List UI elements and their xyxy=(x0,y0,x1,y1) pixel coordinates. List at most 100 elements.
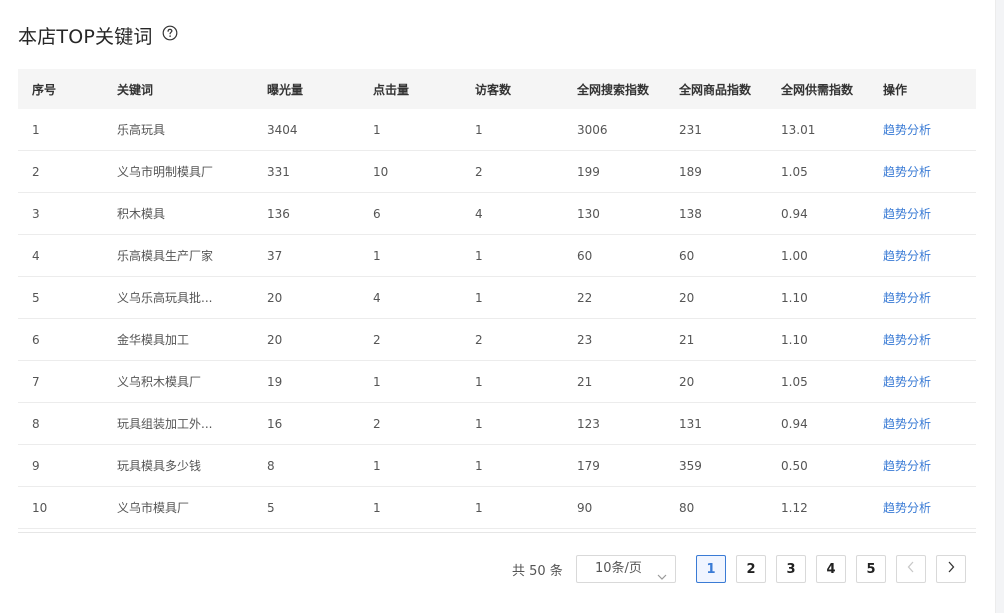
trend-analysis-link[interactable]: 趋势分析 xyxy=(883,121,976,138)
keyword-cell: 积木模具 xyxy=(117,207,166,221)
question-circle-icon[interactable] xyxy=(162,25,178,41)
keywords-card: 本店TOP关键词 序号 关键词 曝光量 点击量 访客数 全网搜索指数 全网商品指… xyxy=(0,0,996,613)
supply-demand-index-cell: 1.10 xyxy=(781,332,808,347)
table-row: 3 积木模具 136 6 4 130 138 0.94 趋势分析 xyxy=(18,193,976,235)
search-index-cell: 123 xyxy=(577,416,600,431)
column-header-search-index: 全网搜索指数 xyxy=(577,82,650,97)
search-index-cell: 90 xyxy=(577,500,593,515)
row-index-cell: 8 xyxy=(32,416,40,431)
trend-analysis-link[interactable]: 趋势分析 xyxy=(883,373,976,390)
column-header-action: 操作 xyxy=(883,82,908,97)
clicks-cell: 4 xyxy=(373,290,381,305)
row-index-cell: 10 xyxy=(32,500,48,515)
keyword-cell: 义乌乐高玩具批... xyxy=(117,291,213,305)
visitors-cell: 1 xyxy=(475,416,483,431)
keywords-table: 序号 关键词 曝光量 点击量 访客数 全网搜索指数 全网商品指数 全网供需指数 … xyxy=(18,69,976,529)
prev-page-button[interactable] xyxy=(896,555,926,583)
keyword-cell: 金华模具加工 xyxy=(117,333,190,347)
trend-analysis-link[interactable]: 趋势分析 xyxy=(883,289,976,306)
supply-demand-index-cell: 1.05 xyxy=(781,374,808,389)
product-index-cell: 231 xyxy=(679,122,702,137)
search-index-cell: 23 xyxy=(577,332,593,347)
trend-analysis-link[interactable]: 趋势分析 xyxy=(883,205,976,222)
table-row: 7 义乌积木模具厂 19 1 1 21 20 1.05 趋势分析 xyxy=(18,361,976,403)
search-index-cell: 130 xyxy=(577,206,600,221)
page-title: 本店TOP关键词 xyxy=(18,26,153,48)
clicks-cell: 2 xyxy=(373,416,381,431)
trend-analysis-link[interactable]: 趋势分析 xyxy=(883,457,976,474)
product-index-cell: 20 xyxy=(679,290,695,305)
row-index-cell: 5 xyxy=(32,290,40,305)
supply-demand-index-cell: 1.05 xyxy=(781,164,808,179)
supply-demand-index-cell: 0.94 xyxy=(781,416,808,431)
total-count: 共 50 条 xyxy=(512,564,563,579)
clicks-cell: 10 xyxy=(373,164,389,179)
column-header-visitors: 访客数 xyxy=(475,82,512,97)
column-header-keyword: 关键词 xyxy=(117,82,154,97)
table-row: 10 义乌市模具厂 5 1 1 90 80 1.12 趋势分析 xyxy=(18,487,976,529)
trend-analysis-link[interactable]: 趋势分析 xyxy=(883,247,976,264)
next-page-button[interactable] xyxy=(936,555,966,583)
clicks-cell: 1 xyxy=(373,500,381,515)
row-index-cell: 4 xyxy=(32,248,40,263)
chevron-right-icon xyxy=(947,561,955,577)
page-button-1[interactable]: 1 xyxy=(696,555,726,583)
product-index-cell: 21 xyxy=(679,332,695,347)
impressions-cell: 136 xyxy=(267,206,290,221)
visitors-cell: 1 xyxy=(475,290,483,305)
visitors-cell: 4 xyxy=(475,206,483,221)
column-header-product-index: 全网商品指数 xyxy=(679,82,752,97)
pagination: 共 50 条 10条/页 1 2 3 4 5 xyxy=(0,555,996,583)
visitors-cell: 1 xyxy=(475,122,483,137)
impressions-cell: 5 xyxy=(267,500,275,515)
trend-analysis-link[interactable]: 趋势分析 xyxy=(883,499,976,516)
product-index-cell: 189 xyxy=(679,164,702,179)
search-index-cell: 21 xyxy=(577,374,593,389)
impressions-cell: 8 xyxy=(267,458,275,473)
search-index-cell: 3006 xyxy=(577,122,608,137)
page-button-3[interactable]: 3 xyxy=(776,555,806,583)
page-button-5[interactable]: 5 xyxy=(856,555,886,583)
table-row: 8 玩具组装加工外... 16 2 1 123 131 0.94 趋势分析 xyxy=(18,403,976,445)
keyword-cell: 义乌积木模具厂 xyxy=(117,375,202,389)
impressions-cell: 3404 xyxy=(267,122,298,137)
supply-demand-index-cell: 0.50 xyxy=(781,458,808,473)
visitors-cell: 1 xyxy=(475,374,483,389)
visitors-cell: 1 xyxy=(475,248,483,263)
row-index-cell: 3 xyxy=(32,206,40,221)
visitors-cell: 1 xyxy=(475,458,483,473)
page-button-2[interactable]: 2 xyxy=(736,555,766,583)
search-index-cell: 22 xyxy=(577,290,593,305)
page-size-value: 10条/页 xyxy=(595,561,642,576)
clicks-cell: 6 xyxy=(373,206,381,221)
clicks-cell: 1 xyxy=(373,458,381,473)
search-index-cell: 199 xyxy=(577,164,600,179)
trend-analysis-link[interactable]: 趋势分析 xyxy=(883,331,976,348)
chevron-down-icon xyxy=(657,565,667,580)
product-index-cell: 20 xyxy=(679,374,695,389)
row-index-cell: 6 xyxy=(32,332,40,347)
keyword-cell: 玩具组装加工外... xyxy=(117,417,213,431)
impressions-cell: 19 xyxy=(267,374,283,389)
column-header-supply-demand-index: 全网供需指数 xyxy=(781,82,854,97)
clicks-cell: 1 xyxy=(373,122,381,137)
keyword-cell: 义乌市明制模具厂 xyxy=(117,165,214,179)
supply-demand-index-cell: 1.10 xyxy=(781,290,808,305)
table-divider xyxy=(18,532,976,533)
row-index-cell: 2 xyxy=(32,164,40,179)
table-body: 1 乐高玩具 3404 1 1 3006 231 13.01 趋势分析 2 义乌市明制模具厂 331 1… xyxy=(18,109,976,529)
chevron-left-icon xyxy=(907,561,915,577)
trend-analysis-link[interactable]: 趋势分析 xyxy=(883,415,976,432)
page-button-4[interactable]: 4 xyxy=(816,555,846,583)
column-header-clicks: 点击量 xyxy=(373,82,410,97)
table-row: 9 玩具模具多少钱 8 1 1 179 359 0.50 趋势分析 xyxy=(18,445,976,487)
row-index-cell: 1 xyxy=(32,122,40,137)
trend-analysis-link[interactable]: 趋势分析 xyxy=(883,163,976,180)
impressions-cell: 16 xyxy=(267,416,283,431)
page-size-select[interactable]: 10条/页 xyxy=(576,555,676,583)
keyword-cell: 玩具模具多少钱 xyxy=(117,459,202,473)
column-header-index: 序号 xyxy=(32,82,57,97)
impressions-cell: 331 xyxy=(267,164,290,179)
supply-demand-index-cell: 1.00 xyxy=(781,248,808,263)
clicks-cell: 1 xyxy=(373,248,381,263)
